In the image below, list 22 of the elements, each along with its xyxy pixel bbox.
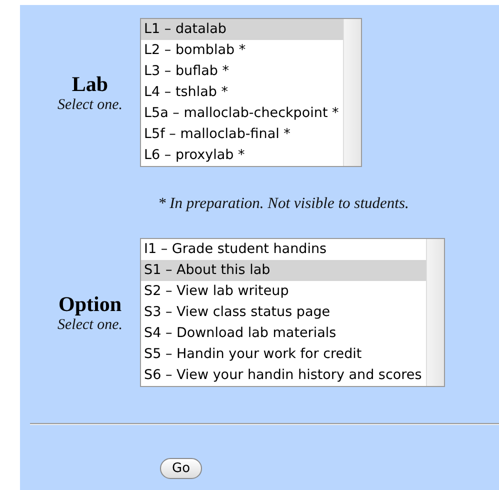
list-option[interactable]: L6 – proxylab * (141, 145, 343, 166)
list-option[interactable]: L4 – tshlab * (141, 82, 343, 103)
list-option[interactable]: S1 – About this lab (141, 260, 426, 281)
list-option[interactable]: L5f – malloclab-final * (141, 124, 343, 145)
list-option[interactable]: L5a – malloclab-checkpoint * (141, 103, 343, 124)
list-option[interactable]: S5 – Handin your work for credit (141, 344, 426, 365)
list-option[interactable]: S3 – View class status page (141, 302, 426, 323)
list-option[interactable]: I1 – Grade student handins (141, 239, 426, 260)
field-hint: Select one. (58, 96, 122, 114)
field-hint: Select one. (58, 316, 122, 334)
list-box[interactable]: L1 – datalab L2 – bomblab * L3 – buflab * L4 – tshlab * L5a – malloclab-checkpoint * L5f – malloclab-final * L6 – proxylab * (140, 18, 362, 167)
go-button[interactable]: Go (160, 458, 202, 479)
list-option[interactable]: S6 – View your handin history and scores (141, 365, 426, 386)
list-option[interactable]: S4 – Download lab materials (141, 323, 426, 344)
list-option[interactable]: L2 – bomblab * (141, 40, 343, 61)
list-option[interactable]: L1 – datalab (141, 19, 343, 40)
list-box[interactable]: I1 – Grade student handins S1 – About this lab S2 – View lab writeup S3 – View class status page S4 – Download lab materials S5 – Handin your work for credit S6 – View your handin history and scores (140, 238, 445, 387)
list-option[interactable]: S2 – View lab writeup (141, 281, 426, 302)
footnote: * In preparation. Not visible to students. (158, 195, 410, 213)
field-label: Option (58, 292, 122, 316)
list-option[interactable]: L3 – buflab * (141, 61, 343, 82)
field-label: Lab (72, 72, 108, 96)
